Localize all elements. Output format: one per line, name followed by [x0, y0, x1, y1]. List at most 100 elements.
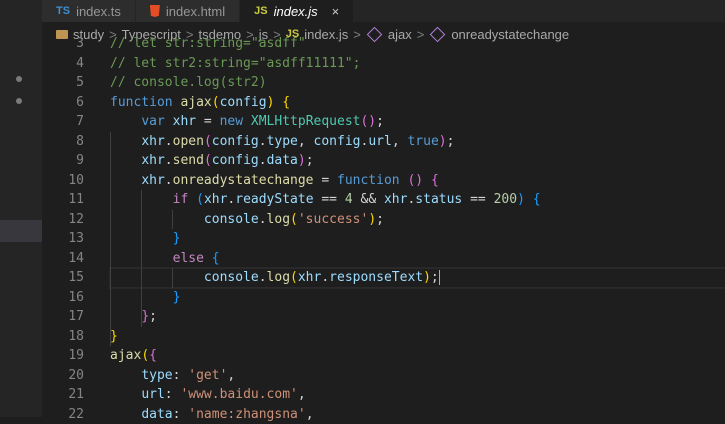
- code-line[interactable]: else {: [110, 249, 725, 269]
- code-token: {: [212, 251, 220, 266]
- code-token: [110, 134, 141, 149]
- code-token: [110, 407, 141, 422]
- code-line[interactable]: // let str2:string="asdff11111";: [110, 54, 725, 74]
- code-token: }: [141, 309, 149, 324]
- code-line[interactable]: function ajax(config) {: [110, 93, 725, 113]
- code-token: .: [321, 270, 329, 285]
- line-number: 8: [42, 132, 84, 152]
- code-token: =: [314, 173, 337, 188]
- code-token: // console.log(str2): [110, 75, 267, 90]
- line-number: 18: [42, 327, 84, 347]
- code-token: ,: [298, 387, 306, 402]
- code-token: :: [165, 387, 181, 402]
- code-token: ,: [298, 134, 314, 149]
- code-line[interactable]: console.log('success');: [110, 210, 725, 230]
- code-token: [110, 212, 204, 227]
- code-line[interactable]: console.log(xhr.responseText);: [110, 268, 725, 288]
- line-number: 13: [42, 229, 84, 249]
- code-token: .: [259, 270, 267, 285]
- code-token: ): [439, 134, 447, 149]
- code-token: [110, 368, 141, 383]
- code-token: ajax: [180, 95, 211, 110]
- code-token: 'name:zhangsna': [188, 407, 305, 422]
- code-token: var: [141, 114, 172, 129]
- line-number: 6: [42, 93, 84, 113]
- code-line[interactable]: url: 'www.baidu.com',: [110, 385, 725, 405]
- code-line[interactable]: if (xhr.readyState == 4 && xhr.status ==…: [110, 190, 725, 210]
- code-token: log: [267, 212, 290, 227]
- code-token: function: [337, 173, 407, 188]
- code-line[interactable]: ajax({: [110, 346, 725, 366]
- line-number: 12: [42, 210, 84, 230]
- tab-index-js[interactable]: JS index.js ×: [240, 0, 354, 22]
- code-line[interactable]: // console.log(str2): [110, 73, 725, 93]
- code-area[interactable]: // let str:string="asdff" // let str2:str…: [110, 34, 725, 424]
- line-number: 19: [42, 346, 84, 366]
- code-token: }: [173, 231, 181, 246]
- code-line[interactable]: data: 'name:zhangsna',: [110, 405, 725, 424]
- code-line[interactable]: }: [110, 229, 725, 249]
- indent-guide: [110, 132, 111, 347]
- code-token: data: [141, 407, 172, 422]
- code-token: log: [267, 270, 290, 285]
- code-token: new: [220, 114, 251, 129]
- code-line[interactable]: xhr.open(config.type, config.url, true);: [110, 132, 725, 152]
- code-token: url: [141, 387, 164, 402]
- code-token: ,: [227, 368, 235, 383]
- code-token: onreadystatechange: [173, 173, 314, 188]
- code-line[interactable]: }: [110, 288, 725, 308]
- code-token: ): [298, 153, 306, 168]
- tab-index-ts[interactable]: TS index.ts: [42, 0, 136, 22]
- text-cursor: [439, 270, 440, 285]
- activity-bar: [0, 0, 42, 417]
- line-number: 22: [42, 405, 84, 424]
- code-token: ,: [392, 134, 408, 149]
- tab-index-html[interactable]: index.html: [136, 0, 240, 22]
- code-line[interactable]: var xhr = new XMLHttpRequest();: [110, 112, 725, 132]
- line-number: 10: [42, 171, 84, 191]
- code-token: {: [533, 192, 541, 207]
- code-token: }: [110, 329, 118, 344]
- code-token: 4: [345, 192, 353, 207]
- code-token: (: [204, 153, 212, 168]
- code-token: xhr: [204, 192, 227, 207]
- code-token: {: [149, 348, 157, 363]
- line-number: 21: [42, 385, 84, 405]
- code-line[interactable]: // let str:string="asdff": [110, 34, 725, 54]
- line-number: 4: [42, 54, 84, 74]
- code-token: ;: [376, 114, 384, 129]
- line-number: 15: [42, 268, 84, 288]
- code-token: .: [165, 134, 173, 149]
- code-token: (: [290, 212, 298, 227]
- modified-dot-icon: [16, 98, 22, 104]
- code-token: (): [407, 173, 423, 188]
- code-token: :: [173, 407, 189, 422]
- code-token: ): [517, 192, 525, 207]
- line-number: 5: [42, 73, 84, 93]
- code-token: (: [212, 95, 220, 110]
- close-icon[interactable]: ×: [332, 4, 340, 19]
- indent-guide: [141, 190, 142, 327]
- code-token: {: [282, 95, 290, 110]
- code-line[interactable]: type: 'get',: [110, 366, 725, 386]
- code-line[interactable]: }: [110, 327, 725, 347]
- code-token: ==: [462, 192, 493, 207]
- code-token: // let str:string="asdff": [110, 36, 306, 51]
- code-token: .: [165, 173, 173, 188]
- code-token: ): [368, 212, 376, 227]
- code-token: [110, 173, 141, 188]
- code-token: =: [196, 114, 219, 129]
- code-line[interactable]: xhr.send(config.data);: [110, 151, 725, 171]
- code-token: .: [259, 153, 267, 168]
- code-token: status: [415, 192, 462, 207]
- code-line[interactable]: xhr.onreadystatechange = function () {: [110, 171, 725, 191]
- code-token: url: [368, 134, 391, 149]
- code-editor[interactable]: 345678910111213141516171819202122 // let…: [42, 46, 725, 417]
- code-token: [110, 153, 141, 168]
- code-line[interactable]: };: [110, 307, 725, 327]
- code-token: (): [360, 114, 376, 129]
- code-token: config: [212, 134, 259, 149]
- code-token: readyState: [235, 192, 313, 207]
- code-token: ==: [314, 192, 345, 207]
- line-number-gutter: 345678910111213141516171819202122: [42, 34, 84, 424]
